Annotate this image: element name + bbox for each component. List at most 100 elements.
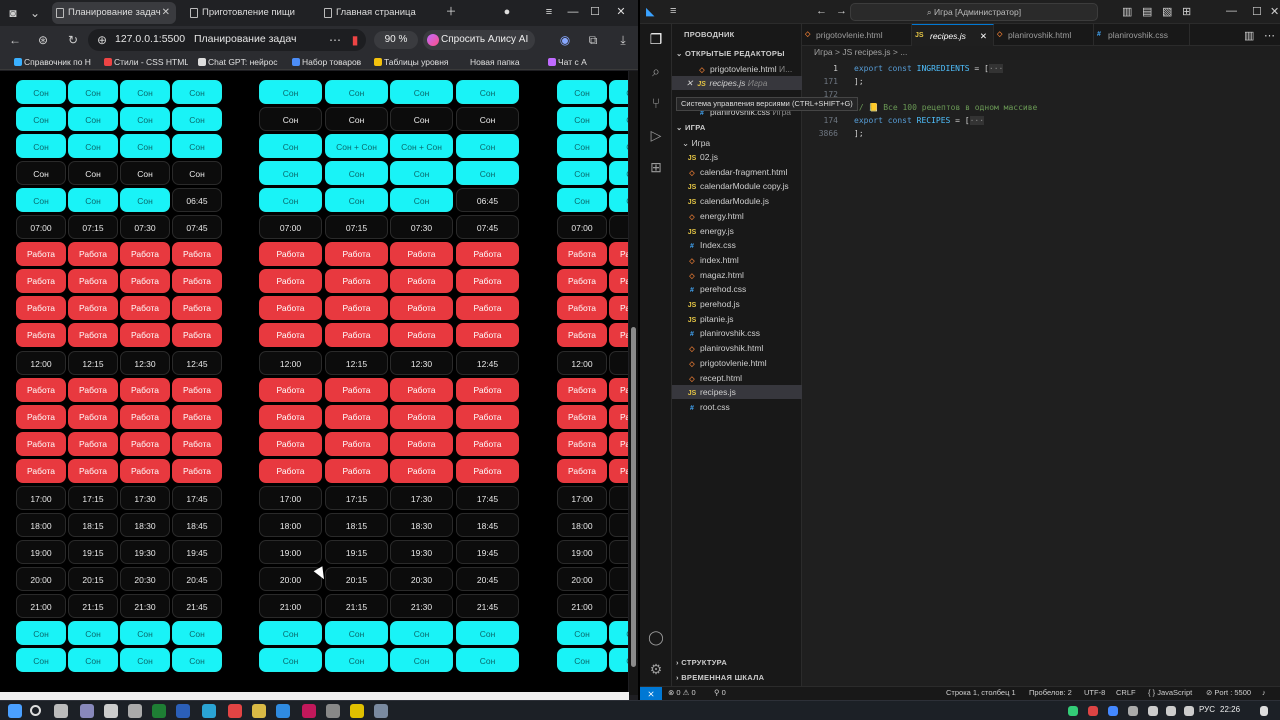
schedule-slot[interactable]: Работа (456, 404, 519, 429)
schedule-slot[interactable]: 19:00 (557, 539, 607, 564)
code-comment[interactable]: // 📒 Все 100 рецептов в одном массиве (854, 103, 1037, 112)
schedule-slot[interactable]: Сон (120, 134, 170, 159)
schedule-slot[interactable]: 12:45 (172, 350, 222, 375)
file-item[interactable]: JS calendarModule copy.js (672, 179, 802, 193)
code-line[interactable]: export const INGREDIENTS = [··· (854, 64, 1004, 73)
schedule-slot[interactable]: 12:15 (325, 350, 388, 375)
schedule-slot[interactable]: 18:45 (456, 512, 519, 537)
code-line[interactable]: export const RECIPES = [··· (854, 116, 985, 125)
excel-icon[interactable] (152, 704, 166, 718)
code-line[interactable]: ]; (854, 129, 864, 138)
schedule-slot[interactable]: Сон (557, 107, 607, 132)
command-center-search[interactable]: ⌕ Игра [Администратор] (850, 3, 1098, 21)
schedule-slot[interactable]: Работа (120, 296, 170, 321)
schedule-slot[interactable]: 12:30 (120, 350, 170, 375)
schedule-slot[interactable]: Сон (68, 648, 118, 673)
tray-app-icon[interactable] (1088, 706, 1098, 716)
schedule-slot[interactable]: Сон (609, 134, 628, 159)
browser-logo-icon[interactable]: ◙ (4, 4, 22, 22)
schedule-slot[interactable]: 18:15 (68, 512, 118, 537)
open-editor-item[interactable]: ◇ prigotovlenie.html И... (672, 62, 802, 76)
schedule-slot[interactable]: Работа (172, 458, 222, 483)
schedule-slot[interactable]: Работа (325, 458, 388, 483)
app-icon[interactable] (104, 704, 118, 718)
schedule-slot[interactable]: Работа (325, 377, 388, 402)
schedule-slot[interactable]: Работа (172, 296, 222, 321)
translate-icon[interactable]: ⧉ (584, 31, 602, 49)
schedule-slot[interactable]: 18:00 (16, 512, 66, 537)
line-endings[interactable]: CRLF (1116, 688, 1136, 697)
schedule-slot[interactable]: Работа (390, 269, 453, 294)
schedule-slot[interactable]: Работа (120, 242, 170, 267)
close-icon[interactable]: ✕ (980, 25, 987, 47)
keyboard-language[interactable]: РУС (1199, 705, 1215, 714)
schedule-slot[interactable]: 21:30 (390, 593, 453, 618)
notifications-bell-icon[interactable]: ♪ (1262, 688, 1266, 697)
schedule-slot[interactable]: Работа (557, 242, 607, 267)
browser-yandex-icon[interactable] (176, 704, 190, 718)
schedule-slot[interactable]: 21:30 (120, 593, 170, 618)
schedule-slot[interactable]: Сон (456, 648, 519, 673)
schedule-slot[interactable]: Сон (456, 80, 519, 104)
maximize-icon[interactable]: ☐ (586, 3, 604, 21)
nav-back-icon[interactable]: ← (816, 5, 827, 17)
schedule-slot[interactable]: Сон (609, 621, 628, 645)
schedule-slot[interactable]: Сон (609, 188, 628, 213)
file-item[interactable]: ◇ index.html (672, 253, 802, 267)
schedule-slot[interactable]: 18:00 (557, 512, 607, 537)
schedule-slot[interactable]: 21:15 (325, 593, 388, 618)
file-item[interactable]: JS recipes.js (672, 385, 802, 400)
bookmark-item[interactable]: Chat GPT: нейрос (198, 55, 282, 69)
schedule-slot[interactable]: Сон (456, 107, 519, 132)
editor-tab-active[interactable]: JS recipes.js ✕ (912, 24, 994, 46)
nav-forward-icon[interactable]: → (836, 5, 847, 17)
schedule-slot[interactable]: Сон (120, 621, 170, 645)
editor-tab[interactable]: # planirovshik.css (1094, 24, 1190, 46)
close-icon[interactable]: ✕ (162, 2, 170, 24)
open-editor-item[interactable]: ✕ JS recipes.js Игра (672, 76, 802, 90)
schedule-slot[interactable]: Сон (172, 621, 222, 645)
encoding[interactable]: UTF-8 (1084, 688, 1105, 697)
schedule-slot[interactable]: Работа (120, 431, 170, 456)
bookmark-item[interactable]: Справочник по Н (14, 55, 94, 69)
structure-header[interactable]: › СТРУКТУРА (676, 658, 727, 667)
schedule-slot[interactable]: Работа (609, 242, 628, 267)
schedule-slot[interactable]: Сон (16, 161, 66, 186)
search-icon[interactable]: ⌕ (647, 62, 665, 80)
extension-icon[interactable]: ◉ (556, 31, 574, 49)
schedule-slot[interactable]: 07:15 (68, 215, 118, 240)
schedule-slot[interactable]: 19:30 (390, 539, 453, 564)
schedule-slot[interactable]: Сон (390, 621, 453, 645)
code-editor[interactable]: 1 export const INGREDIENTS = [··· 171 ];… (802, 60, 1280, 686)
schedule-slot[interactable]: 18:45 (172, 512, 222, 537)
schedule-slot[interactable]: 20:45 (172, 566, 222, 591)
schedule-slot[interactable]: Работа (120, 269, 170, 294)
schedule-slot[interactable]: Работа (609, 404, 628, 429)
schedule-slot[interactable]: Работа (16, 323, 66, 348)
schedule-slot[interactable]: 07:30 (120, 215, 170, 240)
schedule-slot[interactable]: Сон (68, 80, 118, 104)
schedule-slot[interactable]: Сон (557, 188, 607, 213)
editor-tab[interactable]: ◇ planirovshik.html (994, 24, 1094, 46)
network-icon[interactable] (1148, 706, 1158, 716)
schedule-slot[interactable]: Работа (259, 269, 322, 294)
tabs-list-icon[interactable]: ≡ (540, 3, 558, 21)
split-editor-icon[interactable]: ▥ (1244, 29, 1254, 42)
schedule-slot[interactable]: 20:15 (68, 566, 118, 591)
schedule-slot[interactable]: Работа (325, 269, 388, 294)
menu-icon[interactable]: ≡ (670, 5, 676, 17)
schedule-slot[interactable]: Сон (16, 621, 66, 645)
file-item[interactable]: ◇ planirovshik.html (672, 341, 802, 355)
schedule-slot[interactable]: Сон (557, 134, 607, 159)
schedule-slot[interactable]: Сон (456, 161, 519, 186)
schedule-slot[interactable]: Работа (68, 404, 118, 429)
schedule-slot[interactable]: 07:15 (325, 215, 388, 240)
schedule-slot[interactable]: 12:15 (68, 350, 118, 375)
vscode-taskbar-icon[interactable] (276, 704, 290, 718)
ports-indicator[interactable]: ⚲ 0 (714, 688, 726, 697)
schedule-slot[interactable]: 17:15 (68, 485, 118, 510)
schedule-slot[interactable]: Работа (557, 431, 607, 456)
schedule-slot[interactable]: Работа (325, 242, 388, 267)
schedule-slot[interactable]: 20:15 (325, 566, 388, 591)
tray-app-icon[interactable] (1108, 706, 1118, 716)
